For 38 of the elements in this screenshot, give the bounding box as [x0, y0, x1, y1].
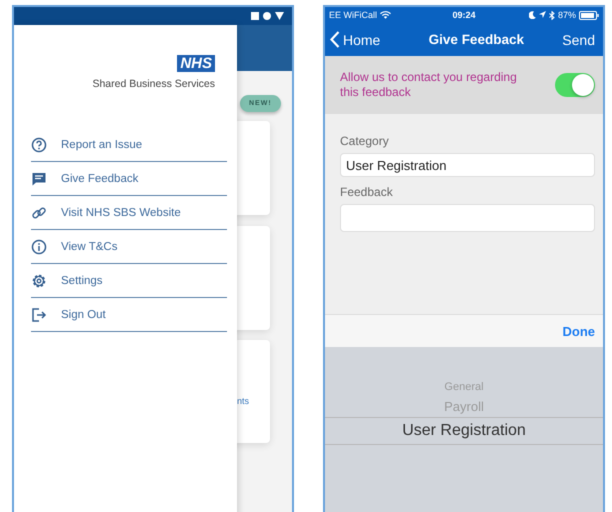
input-field[interactable]: [340, 204, 595, 232]
back-button[interactable]: Home: [330, 31, 380, 48]
chevron-left-icon: [330, 31, 340, 48]
square-icon: [251, 12, 259, 20]
menu-item[interactable]: Sign Out: [31, 298, 227, 332]
settings-icon: [31, 272, 47, 288]
menu-item[interactable]: Report an Issue: [31, 128, 227, 162]
bluetooth-icon: [548, 10, 555, 20]
picker-option[interactable]: User Registration: [325, 417, 603, 445]
link-icon: [31, 204, 47, 220]
triangle-icon: [275, 12, 284, 20]
location-icon: [538, 11, 546, 19]
done-button[interactable]: Done: [562, 324, 595, 338]
sign-out-icon: [31, 306, 47, 322]
menu-item[interactable]: View T&Cs: [31, 230, 227, 264]
input-field[interactable]: User Registration: [340, 153, 595, 177]
field-label: Feedback: [340, 185, 394, 199]
send-button[interactable]: Send: [562, 32, 595, 48]
menu-item[interactable]: Visit NHS SBS Website: [31, 196, 227, 230]
nhs-logo: NHS: [177, 55, 215, 72]
wifi-icon: [380, 11, 392, 19]
menu-item[interactable]: Give Feedback: [31, 162, 227, 196]
card-text: nts: [237, 396, 250, 406]
status-time: 09:24: [452, 10, 476, 20]
toggle-switch[interactable]: [555, 73, 595, 97]
help-icon: [31, 136, 47, 152]
field-label: Category: [340, 134, 390, 148]
battery-percent: 87%: [558, 10, 576, 20]
info-icon: [31, 238, 47, 254]
moon-icon: [528, 11, 536, 19]
message-icon: [31, 170, 47, 186]
toggle-label: Allow us to contact you regarding this feedback: [340, 70, 518, 100]
carrier-name: EE WiFiCall: [329, 10, 378, 20]
screen-title: Give Feedback: [428, 32, 524, 47]
battery-icon: [579, 10, 599, 20]
logo-subtitle: Shared Business Services: [92, 78, 215, 90]
circle-icon: [263, 12, 271, 20]
menu-item[interactable]: Settings: [31, 264, 227, 298]
